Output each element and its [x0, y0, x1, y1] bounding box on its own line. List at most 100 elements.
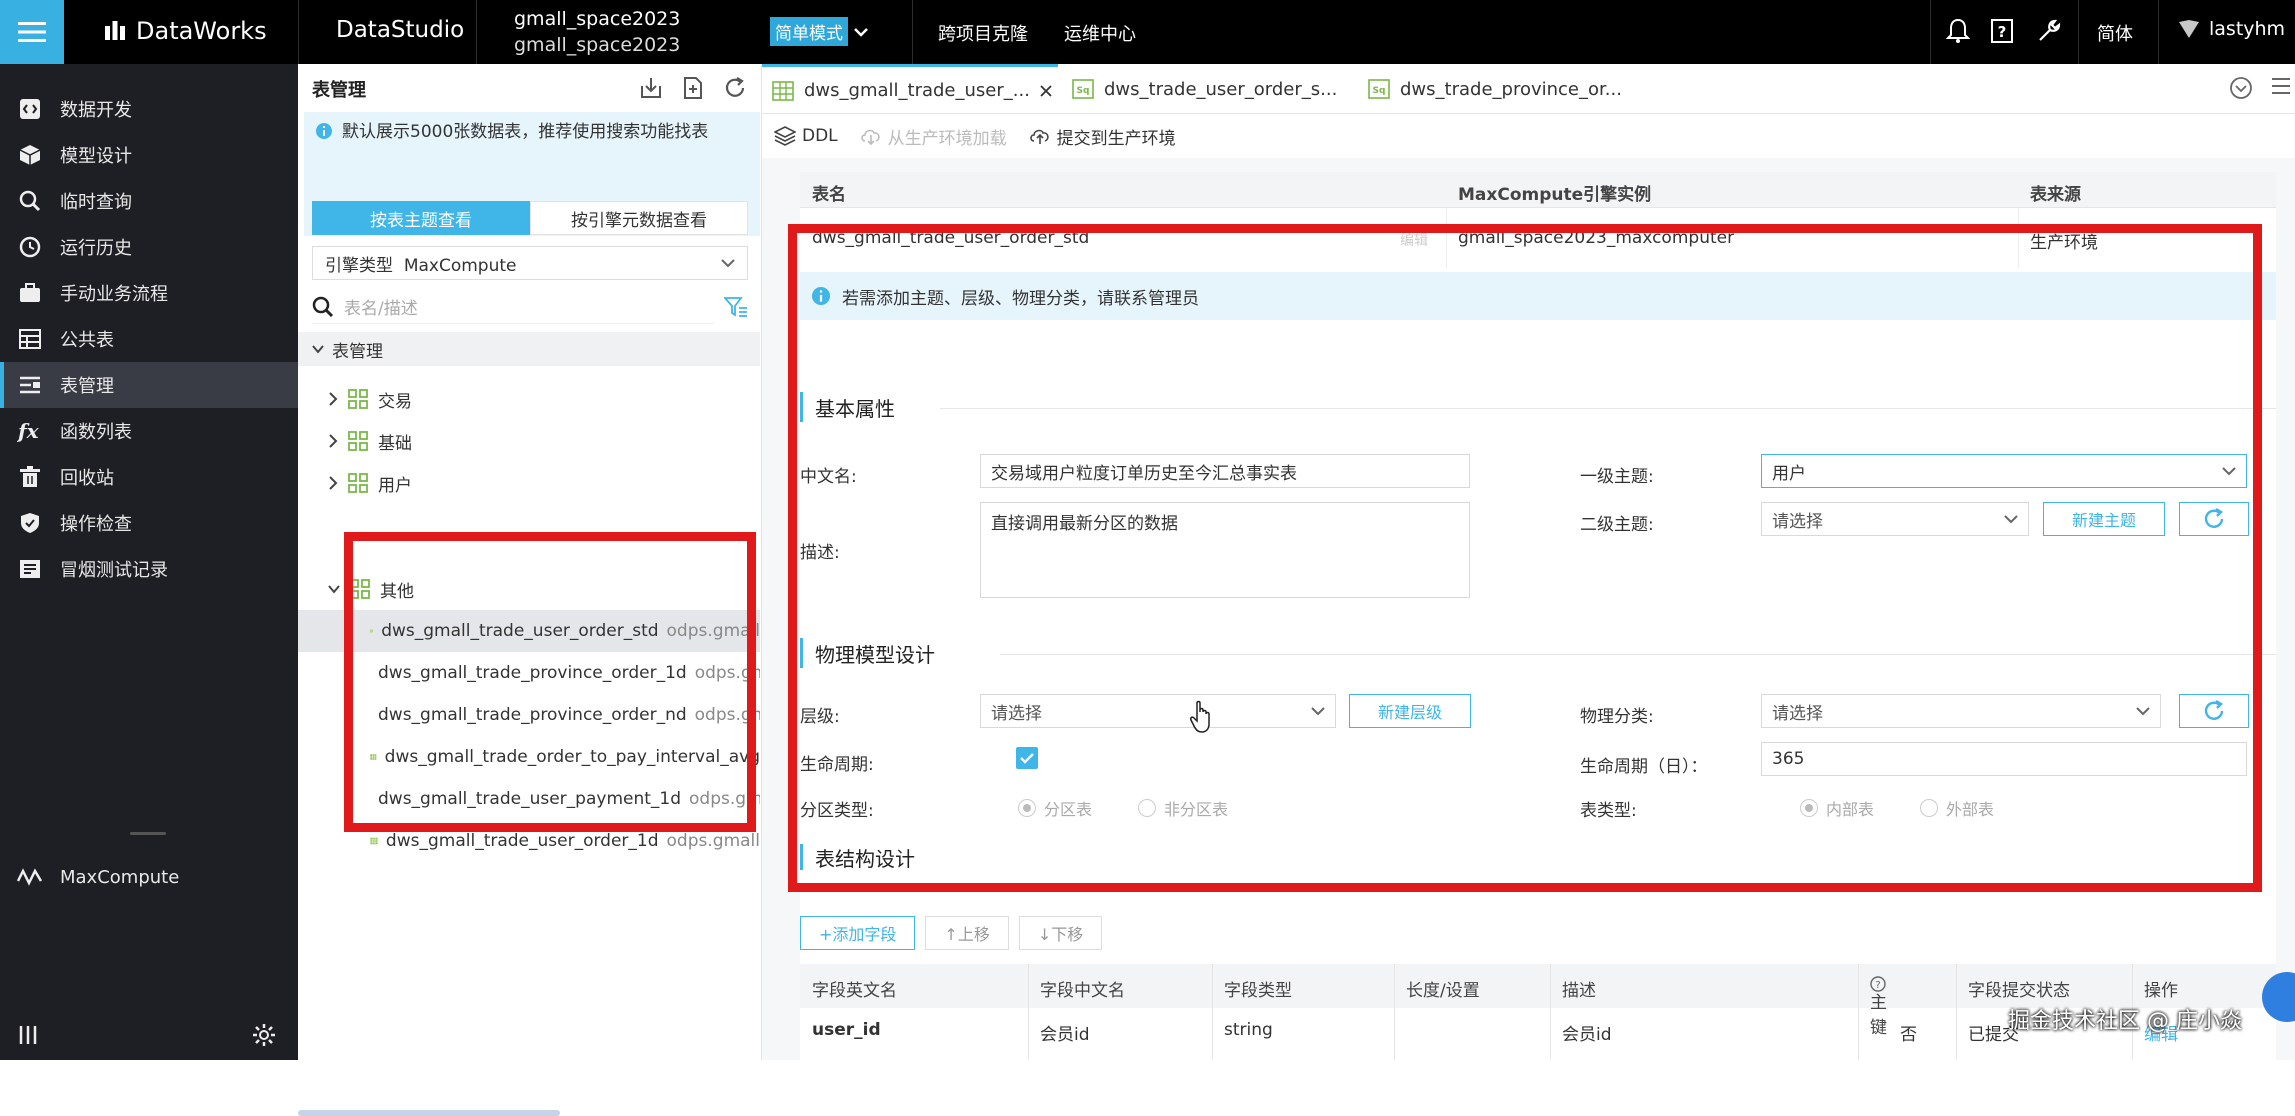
layer-select[interactable]: 请选择	[980, 694, 1336, 728]
ddl-button[interactable]: DDL	[774, 126, 838, 146]
tree-file[interactable]: dws_gmall_trade_user_payment_1d odps.gma…	[370, 782, 760, 816]
new-table-icon[interactable]	[681, 76, 705, 100]
tree-file[interactable]: dws_gmall_trade_user_order_1d odps.gmall	[370, 824, 760, 858]
lifecycle-days-input[interactable]: 365	[1761, 742, 2247, 776]
move-up-button[interactable]: ↑上移	[925, 916, 1009, 950]
wrench-icon[interactable]	[2036, 18, 2062, 44]
move-down-button[interactable]: ↓下移	[1018, 916, 1103, 950]
sidebar-item-label: 操作检查	[60, 514, 132, 535]
table-file-icon	[370, 754, 377, 760]
col-field-status: 字段提交状态	[1968, 981, 2070, 1001]
search-input[interactable]: 表名/描述	[312, 290, 714, 324]
subject1-select[interactable]: 用户	[1761, 454, 2247, 488]
table-type-radio-external[interactable]: 外部表	[1920, 796, 1994, 820]
lifecycle-checkbox[interactable]	[1016, 747, 1038, 769]
sidebar-item-table-manage[interactable]: 表管理	[0, 362, 298, 408]
help-icon[interactable]: ?	[1990, 18, 2014, 44]
sidebar-item-public-table[interactable]: 公共表	[0, 316, 298, 362]
new-layer-button[interactable]: 新建层级	[1349, 694, 1471, 728]
workspace-name[interactable]: gmall_space2023	[514, 8, 680, 30]
tab-label: dws_gmall_trade_user_...	[804, 80, 1030, 101]
more-menu-icon[interactable]	[2271, 76, 2291, 100]
tab-by-engine[interactable]: 按引擎元数据查看	[530, 201, 748, 235]
svg-text:Sq: Sq	[1077, 86, 1090, 96]
engine-type-select[interactable]: 引擎类型 MaxCompute	[312, 246, 748, 280]
view-tabs: 按表主题查看 按引擎元数据查看	[312, 201, 748, 235]
new-subject-button[interactable]: 新建主题	[2043, 502, 2165, 536]
add-field-button[interactable]: +添加字段	[800, 916, 916, 950]
studio-title[interactable]: DataStudio	[336, 17, 464, 43]
tree-folder-user[interactable]: 用户	[328, 466, 412, 500]
divider	[2018, 208, 2019, 268]
search-row: 表名/描述	[312, 290, 748, 324]
menu-button[interactable]	[0, 0, 64, 64]
sidebar-item-maxcompute[interactable]: MaxCompute	[0, 854, 298, 900]
sidebar-item-data-dev[interactable]: 数据开发	[0, 86, 298, 132]
partition-label: 分区类型:	[800, 801, 874, 821]
chevron-down-icon	[312, 345, 324, 354]
sidebar-item-operation-check[interactable]: 操作检查	[0, 500, 298, 546]
nav-clone[interactable]: 跨项目克隆	[938, 20, 1028, 46]
tree-file[interactable]: dws_gmall_trade_user_order_std odps.gmal…	[370, 614, 760, 648]
settings-icon[interactable]	[252, 1023, 276, 1047]
editor-tab[interactable]: Sq dws_trade_province_or...	[1358, 64, 1622, 114]
tree-folder-other[interactable]: 其他	[328, 572, 414, 606]
editor-tab-active[interactable]: dws_gmall_trade_user_...	[762, 64, 1058, 114]
tree-file[interactable]: dws_gmall_trade_province_order_nd odps.g…	[370, 698, 760, 732]
sidebar-item-adhoc-query[interactable]: 临时查询	[0, 178, 298, 224]
mode-switch[interactable]: 简单模式	[770, 17, 868, 46]
svg-text:fx: fx	[17, 420, 40, 442]
sidebar-item-run-history[interactable]: 运行历史	[0, 224, 298, 270]
edit-table-name-link[interactable]: 编辑	[1400, 230, 1428, 250]
nav-ops-center[interactable]: 运维中心	[1064, 20, 1136, 46]
svg-text:Sq: Sq	[1373, 86, 1386, 96]
sidebar-item-label: 手动业务流程	[60, 284, 168, 305]
desc-textarea[interactable]: 直接调用最新分区的数据	[980, 502, 1470, 598]
refresh-icon[interactable]	[723, 76, 747, 100]
collapse-icon[interactable]	[18, 1025, 38, 1045]
table-manage-icon	[0, 374, 60, 396]
source-value: 生产环境	[2030, 233, 2098, 253]
sidebar-item-smoke-test[interactable]: 冒烟测试记录	[0, 546, 298, 592]
horizontal-scrollbar[interactable]	[298, 1110, 560, 1116]
partition-radio-partitioned[interactable]: 分区表	[1018, 796, 1092, 820]
tab-by-subject[interactable]: 按表主题查看	[312, 201, 530, 235]
folder-label: 基础	[378, 433, 412, 454]
close-icon[interactable]	[1040, 84, 1052, 97]
bell-icon[interactable]	[1946, 18, 1970, 44]
tree-root[interactable]: 表管理	[298, 332, 760, 366]
section-physical-title: 物理模型设计	[800, 638, 935, 668]
sidebar: 数据开发 模型设计 临时查询 运行历史 手动业务流程 公共表 表管理 fx 函数…	[0, 64, 298, 1060]
chevron-down-icon	[2222, 467, 2236, 476]
import-icon[interactable]	[639, 76, 663, 100]
file-path: odps.gmall	[694, 705, 760, 725]
sidebar-item-functions[interactable]: fx 函数列表	[0, 408, 298, 454]
tab-list-icon[interactable]	[2229, 76, 2253, 100]
top-bar: DataWorks DataStudio gmall_space2023 gma…	[0, 0, 2295, 64]
tree-file[interactable]: dws_gmall_trade_order_to_pay_interval_av…	[370, 740, 760, 774]
tree-folder-trade[interactable]: 交易	[328, 382, 412, 416]
brand-logo[interactable]: DataWorks	[104, 17, 267, 45]
submit-to-prod-button[interactable]: 提交到生产环境	[1029, 124, 1176, 149]
language-switch[interactable]: 简体	[2097, 20, 2133, 46]
refresh-subject-button[interactable]	[2179, 502, 2249, 536]
subject2-select[interactable]: 请选择	[1761, 502, 2029, 536]
divider	[1956, 964, 1957, 1060]
refresh-category-button[interactable]	[2179, 694, 2249, 728]
filter-icon[interactable]	[724, 296, 748, 318]
editor-tab[interactable]: Sq dws_trade_user_order_s...	[1062, 64, 1337, 114]
sidebar-item-manual-flow[interactable]: 手动业务流程	[0, 270, 298, 316]
tree-folder-base[interactable]: 基础	[328, 424, 412, 458]
folder-label: 用户	[378, 475, 412, 496]
table-type-radio-internal[interactable]: 内部表	[1800, 796, 1874, 820]
cn-name-input[interactable]: 交易域用户粒度订单历史至今汇总事实表	[980, 454, 1470, 488]
sidebar-item-model-design[interactable]: 模型设计	[0, 132, 298, 178]
sidebar-item-recycle-bin[interactable]: 回收站	[0, 454, 298, 500]
user-menu[interactable]: lastyhm	[2177, 18, 2285, 40]
category-select[interactable]: 请选择	[1761, 694, 2161, 728]
tree-file[interactable]: dws_gmall_trade_province_order_1d odps.g…	[370, 656, 760, 690]
table-tree-panel: 表管理 默认展示5000张数据表，推荐使用搜索功能找表 按表主题查看 按引擎元数…	[298, 64, 762, 1116]
partition-radio-nonpartitioned[interactable]: 非分区表	[1138, 796, 1228, 820]
load-from-prod-button[interactable]: 从生产环境加载	[860, 124, 1007, 149]
sidebar-divider	[130, 832, 166, 835]
